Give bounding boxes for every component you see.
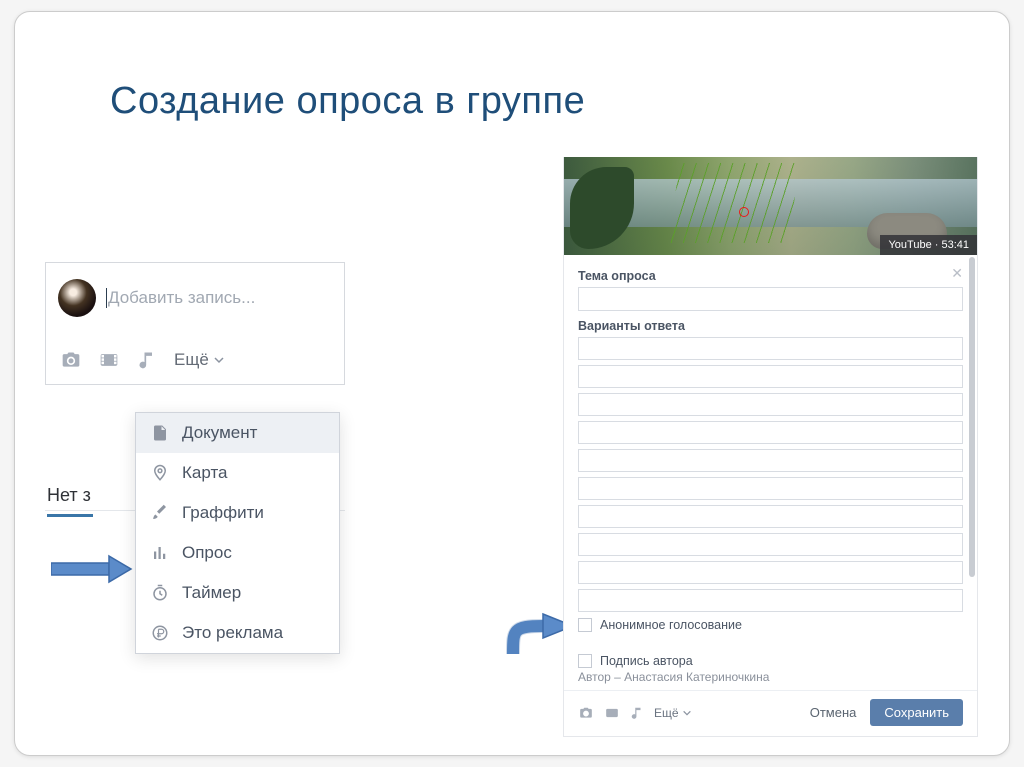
answer-option-input[interactable]	[578, 477, 963, 500]
answers-label: Варианты ответа	[578, 319, 963, 333]
answer-options	[578, 337, 963, 612]
cancel-button[interactable]: Отмена	[810, 705, 857, 720]
footer-more-trigger[interactable]: Ещё	[654, 706, 692, 720]
checkbox-icon[interactable]	[578, 654, 592, 668]
save-button[interactable]: Сохранить	[870, 699, 963, 726]
dropdown-item-label: Это реклама	[182, 623, 283, 643]
no-posts-label: Нет з	[47, 485, 93, 517]
anonymous-row[interactable]: Анонимное голосование	[578, 618, 963, 632]
slide-frame: Создание опроса в группе Добавить запись…	[14, 11, 1010, 756]
dropdown-item-ad[interactable]: Это реклама	[136, 613, 339, 653]
music-icon[interactable]	[630, 706, 644, 720]
brush-icon	[150, 503, 170, 523]
attach-row: Ещё	[46, 339, 344, 384]
post-composer: Добавить запись... Ещё	[45, 262, 345, 385]
map-pin-icon	[150, 463, 170, 483]
record-indicator-icon	[739, 207, 749, 217]
editor-footer: Ещё Отмена Сохранить	[564, 690, 977, 736]
close-icon[interactable]: ✕	[951, 265, 963, 282]
poll-editor-panel: YouTube · 53:41 ✕ Тема опроса Варианты о…	[563, 157, 978, 737]
video-source-badge: YouTube · 53:41	[880, 235, 977, 255]
checkbox-icon[interactable]	[578, 618, 592, 632]
dropdown-item-map[interactable]: Карта	[136, 453, 339, 493]
compose-input[interactable]: Добавить запись...	[108, 288, 255, 308]
anonymous-label: Анонимное голосование	[600, 618, 742, 632]
scrollbar[interactable]	[969, 257, 975, 577]
more-label-text: Ещё	[174, 350, 209, 370]
poll-subject-input[interactable]	[578, 287, 963, 311]
author-sign-label: Подпись автора	[600, 654, 693, 668]
answer-option-input[interactable]	[578, 561, 963, 584]
pointer-arrow-left	[51, 554, 133, 584]
answer-option-input[interactable]	[578, 337, 963, 360]
ruble-icon	[150, 623, 170, 643]
dropdown-item-label: Граффити	[182, 503, 264, 523]
camera-icon[interactable]	[60, 350, 82, 370]
dropdown-item-label: Таймер	[182, 583, 241, 603]
camera-icon[interactable]	[578, 706, 594, 720]
dropdown-item-timer[interactable]: Таймер	[136, 573, 339, 613]
poll-subject-label: Тема опроса	[578, 269, 963, 283]
answer-option-input[interactable]	[578, 421, 963, 444]
poll-icon	[150, 543, 170, 563]
answer-option-input[interactable]	[578, 533, 963, 556]
dropdown-item-label: Опрос	[182, 543, 232, 563]
dropdown-item-label: Карта	[182, 463, 228, 483]
music-icon[interactable]	[136, 350, 158, 370]
chevron-down-icon	[682, 708, 692, 718]
answer-option-input[interactable]	[578, 365, 963, 388]
slide-title: Создание опроса в группе	[110, 80, 585, 123]
dropdown-item-document[interactable]: Документ	[136, 413, 339, 453]
video-icon[interactable]	[604, 706, 620, 720]
dropdown-item-poll[interactable]: Опрос	[136, 533, 339, 573]
dropdown-item-label: Документ	[182, 423, 257, 443]
author-line: Автор – Анастасия Катериночкина	[578, 670, 963, 684]
answer-option-input[interactable]	[578, 589, 963, 612]
author-sign-row[interactable]: Подпись автора	[578, 654, 963, 668]
attached-video-cover[interactable]: YouTube · 53:41	[564, 157, 977, 255]
attach-dropdown: Документ Карта Граффити Опрос Таймер	[135, 412, 340, 654]
dropdown-item-graffiti[interactable]: Граффити	[136, 493, 339, 533]
document-icon	[150, 423, 170, 443]
more-dropdown-trigger[interactable]: Ещё	[174, 350, 225, 370]
avatar	[58, 279, 96, 317]
answer-option-input[interactable]	[578, 505, 963, 528]
video-icon[interactable]	[98, 350, 120, 370]
timer-icon	[150, 583, 170, 603]
answer-option-input[interactable]	[578, 393, 963, 416]
answer-option-input[interactable]	[578, 449, 963, 472]
footer-more-label: Ещё	[654, 706, 679, 720]
chevron-down-icon	[213, 354, 225, 366]
